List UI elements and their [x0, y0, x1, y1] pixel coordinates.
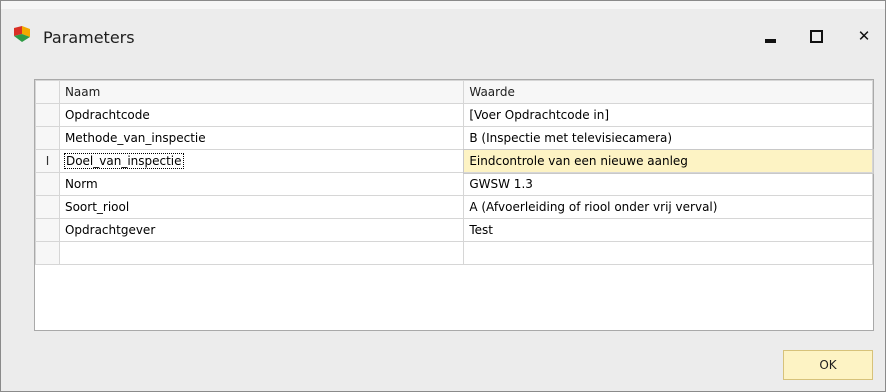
app-logo-icon	[13, 25, 31, 43]
row-indicator[interactable]	[35, 195, 60, 219]
table-row[interactable]: Methode_van_inspectie B (Inspectie met t…	[35, 126, 873, 150]
minimize-button[interactable]	[755, 23, 785, 49]
param-name-cell[interactable]: Norm	[58, 172, 465, 196]
param-value-cell-empty[interactable]	[463, 241, 873, 265]
close-button[interactable]: ✕	[849, 23, 879, 49]
current-row-indicator[interactable]: I	[35, 149, 60, 173]
parameters-grid: Naam Waarde Opdrachtcode [Voer Opdrachtc…	[34, 79, 874, 331]
header-row: Naam Waarde	[35, 80, 873, 104]
maximize-button[interactable]	[801, 23, 831, 49]
param-value-cell[interactable]: B (Inspectie met televisiecamera)	[463, 126, 873, 150]
maximize-icon	[809, 29, 823, 43]
table-row-selected[interactable]: I Doel_van_inspectie Eindcontrole van ee…	[35, 148, 874, 174]
row-indicator[interactable]	[35, 126, 60, 150]
param-name-cell[interactable]: Methode_van_inspectie	[58, 126, 465, 150]
top-strip	[1, 1, 885, 9]
param-value-cell[interactable]: A (Afvoerleiding of riool onder vrij ver…	[463, 195, 873, 219]
row-header-corner	[35, 80, 60, 104]
param-name-cell[interactable]: Opdrachtgever	[58, 218, 465, 242]
title-bar[interactable]: Parameters ✕	[1, 9, 885, 61]
param-value-cell[interactable]: [Voer Opdrachtcode in]	[463, 103, 873, 127]
ok-button[interactable]: OK	[783, 350, 873, 380]
table-row[interactable]: Opdrachtgever Test	[35, 218, 873, 242]
focused-cell-text: Doel_van_inspectie	[63, 153, 184, 169]
close-icon: ✕	[857, 26, 871, 45]
table-row[interactable]: Soort_riool A (Afvoerleiding of riool on…	[35, 195, 873, 219]
row-indicator[interactable]	[35, 172, 60, 196]
param-name-cell[interactable]: Doel_van_inspectie	[58, 149, 465, 173]
row-indicator[interactable]	[35, 103, 60, 127]
param-name-cell[interactable]: Opdrachtcode	[58, 103, 465, 127]
window-title: Parameters	[43, 28, 135, 47]
minimize-icon	[764, 39, 776, 43]
param-value-cell[interactable]: GWSW 1.3	[463, 172, 873, 196]
table-row[interactable]: Opdrachtcode [Voer Opdrachtcode in]	[35, 103, 873, 127]
column-header-value[interactable]: Waarde	[463, 80, 873, 104]
column-header-name[interactable]: Naam	[58, 80, 465, 104]
param-value-cell-selected[interactable]: Eindcontrole van een nieuwe aanleg	[462, 148, 874, 174]
new-row[interactable]	[35, 241, 873, 265]
table-row[interactable]: Norm GWSW 1.3	[35, 172, 873, 196]
param-name-cell[interactable]: Soort_riool	[58, 195, 465, 219]
param-value-cell[interactable]: Test	[463, 218, 873, 242]
parameters-dialog: Parameters ✕ Naam Waarde Opdrachtcode [V…	[0, 0, 886, 392]
row-indicator[interactable]	[35, 218, 60, 242]
param-name-cell-empty[interactable]	[58, 241, 465, 265]
parameters-table: Naam Waarde Opdrachtcode [Voer Opdrachtc…	[35, 80, 874, 265]
row-indicator[interactable]	[35, 241, 60, 265]
